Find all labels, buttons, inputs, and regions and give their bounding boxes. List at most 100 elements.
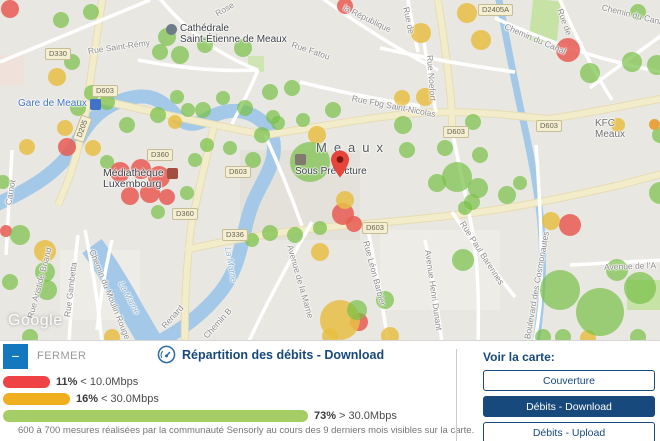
- library-icon: [167, 168, 178, 179]
- legend-label: > 30.0Mbps: [339, 410, 397, 422]
- legend-row: 73%> 30.0Mbps: [3, 410, 397, 422]
- map-canvas[interactable]: Rue Saint-RémyRue FatouRue Fbg Saint-Nic…: [0, 0, 660, 340]
- hotel-icon: [295, 154, 306, 165]
- measurement-dot: [559, 214, 581, 236]
- map-type-button-d-bits-download[interactable]: Débits - Download: [483, 396, 655, 417]
- legend-percent: 11%: [56, 376, 77, 388]
- measurement-dot: [237, 100, 253, 116]
- measurement-dot: [346, 216, 362, 232]
- measurement-dot: [513, 176, 527, 190]
- road-badge: D330: [45, 48, 71, 60]
- measurement-dot: [151, 205, 165, 219]
- train-icon: [90, 99, 101, 110]
- map-pin-icon[interactable]: [331, 150, 349, 183]
- measurement-dot: [540, 270, 580, 310]
- measurement-dot: [647, 55, 660, 75]
- measurement-dot: [83, 4, 99, 20]
- measurement-dot: [10, 225, 30, 245]
- google-watermark[interactable]: Google: [8, 312, 63, 330]
- measurement-dot: [471, 30, 491, 50]
- minimize-button[interactable]: −: [3, 344, 28, 369]
- measurement-dot: [195, 102, 211, 118]
- measurement-dot: [287, 227, 303, 243]
- legend-bar: [3, 393, 70, 405]
- legend-footer: 600 à 700 mesures réalisées par la commu…: [18, 425, 474, 436]
- poi-kfc[interactable]: KFC Meaux: [595, 119, 660, 140]
- measurement-dot: [325, 102, 341, 118]
- poi-label: MédiathèqueLuxembourg: [103, 168, 164, 190]
- legend-title: Répartition des débits - Download: [157, 345, 384, 364]
- street-label: Avenue de l'A: [604, 260, 656, 272]
- measurement-dot: [271, 116, 285, 130]
- legend-title-text: Répartition des débits - Download: [182, 348, 384, 362]
- legend-percent: 73%: [314, 410, 336, 422]
- measurement-dot: [296, 113, 310, 127]
- measurement-dot: [336, 191, 354, 209]
- measurement-dot: [53, 12, 69, 28]
- poi-cathedrale[interactable]: CathédraleSaint-Étienne de Meaux: [166, 24, 287, 45]
- measurement-dot: [159, 189, 175, 205]
- measurement-dot: [57, 120, 73, 136]
- measurement-dot: [104, 329, 120, 340]
- measurement-dot: [181, 103, 195, 117]
- measurement-dot: [119, 117, 135, 133]
- app: Rue Saint-RémyRue FatouRue Fbg Saint-Nic…: [0, 0, 660, 441]
- measurement-dot: [262, 225, 278, 241]
- measurement-dot: [171, 46, 189, 64]
- poi-label: Gare de Meaux: [18, 99, 87, 110]
- poi-label: CathédraleSaint-Étienne de Meaux: [180, 24, 287, 45]
- legend-label: < 10.0Mbps: [80, 376, 138, 388]
- measurement-dot: [254, 127, 270, 143]
- map-type-heading: Voir la carte:: [483, 350, 555, 364]
- legend-percent: 16%: [76, 393, 98, 405]
- road-badge: D603: [536, 120, 562, 132]
- measurement-dot: [1, 0, 19, 18]
- measurement-dot: [168, 115, 182, 129]
- measurement-dot: [624, 272, 656, 304]
- road-badge: D360: [172, 208, 198, 220]
- fermer-label[interactable]: FERMER: [37, 350, 86, 362]
- poi-gare[interactable]: Gare de Meaux: [18, 99, 101, 110]
- measurement-dot: [262, 84, 278, 100]
- measurement-dot: [347, 300, 367, 320]
- road-badge: D603: [225, 166, 251, 178]
- measurement-dot: [216, 91, 230, 105]
- measurement-dot: [48, 68, 66, 86]
- road-badge: D360: [147, 149, 173, 161]
- church-icon: [166, 24, 177, 35]
- map-type-button-d-bits-upload[interactable]: Débits - Upload: [483, 422, 655, 441]
- measurement-dot: [437, 140, 453, 156]
- measurement-dot: [152, 44, 168, 60]
- legend-bar: [3, 376, 50, 388]
- measurement-dot: [542, 212, 560, 230]
- measurement-dot: [311, 243, 329, 261]
- measurement-dot: [452, 249, 474, 271]
- measurement-dot: [394, 116, 412, 134]
- measurement-dot: [498, 186, 516, 204]
- measurement-dot: [19, 139, 35, 155]
- poi-mediatheque[interactable]: MédiathèqueLuxembourg: [103, 168, 178, 190]
- measurement-dot: [580, 63, 600, 83]
- measurement-dot: [170, 90, 184, 104]
- measurement-dot: [85, 140, 101, 156]
- measurement-dot: [622, 52, 642, 72]
- legend-row: 11%< 10.0Mbps: [3, 376, 138, 388]
- measurement-dot: [180, 186, 194, 200]
- measurement-dot: [535, 329, 551, 340]
- measurement-dot: [399, 142, 415, 158]
- panel-divider: [456, 349, 457, 441]
- legend-row: 16%< 30.0Mbps: [3, 393, 159, 405]
- map-type-button-couverture[interactable]: Couverture: [483, 370, 655, 391]
- road-badge: D603: [362, 222, 388, 234]
- measurement-dot: [576, 288, 624, 336]
- measurement-dot: [150, 107, 166, 123]
- city-label: Meaux: [316, 140, 390, 155]
- measurement-dot: [428, 174, 446, 192]
- measurement-dot: [322, 328, 338, 340]
- measurement-dot: [457, 3, 477, 23]
- gauge-icon: [157, 345, 176, 364]
- poi-label: KFC Meaux: [595, 119, 646, 140]
- measurement-dot: [381, 327, 399, 340]
- bottom-panel: − FERMER Répartition des débits - Downlo…: [0, 340, 660, 441]
- road-badge: D2405A: [478, 4, 513, 16]
